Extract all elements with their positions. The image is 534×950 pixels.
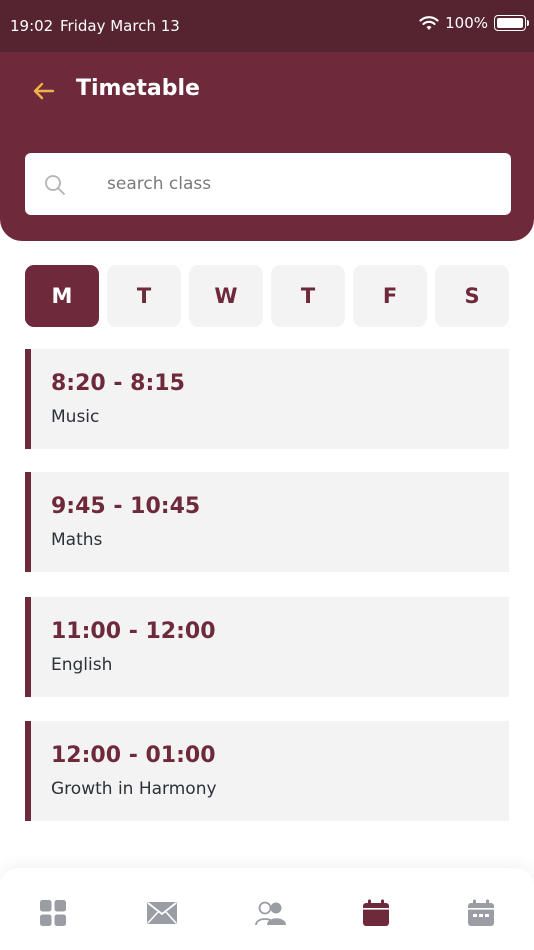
battery-icon (494, 15, 529, 31)
class-card[interactable]: 12:00 - 01:00 Growth in Harmony (25, 721, 509, 821)
day-tab-friday[interactable]: F (353, 265, 427, 327)
grid-icon (40, 900, 66, 926)
day-tab-saturday[interactable]: S (435, 265, 509, 327)
class-card[interactable]: 9:45 - 10:45 Maths (25, 472, 509, 572)
nav-dashboard[interactable] (36, 898, 70, 928)
day-tab-thursday[interactable]: T (271, 265, 345, 327)
battery-level (497, 18, 523, 28)
day-tabs: M T W T F S (25, 265, 511, 327)
nav-messages[interactable] (145, 898, 179, 928)
day-tab-monday[interactable]: M (25, 265, 99, 327)
class-subject: English (51, 655, 113, 675)
day-tab-tuesday[interactable]: T (107, 265, 181, 327)
class-time: 11:00 - 12:00 (51, 619, 216, 644)
class-subject: Growth in Harmony (51, 779, 217, 799)
bottom-nav (0, 868, 534, 950)
class-time: 12:00 - 01:00 (51, 743, 216, 768)
nav-schedule[interactable] (464, 898, 498, 928)
search-input[interactable] (107, 153, 487, 215)
mail-icon (147, 902, 177, 924)
wifi-icon (419, 16, 439, 30)
schedule-icon (468, 899, 494, 926)
battery-percentage: 100% (445, 14, 488, 32)
status-indicators: 100% (419, 14, 529, 32)
search-icon (45, 175, 65, 195)
header: 19:02 Friday March 13 100% Timetable (0, 0, 534, 241)
class-time: 9:45 - 10:45 (51, 494, 201, 519)
class-subject: Music (51, 407, 100, 427)
day-tab-wednesday[interactable]: W (189, 265, 263, 327)
class-subject: Maths (51, 530, 103, 550)
class-card[interactable]: 8:20 - 8:15 Music (25, 349, 509, 449)
class-card[interactable]: 11:00 - 12:00 English (25, 597, 509, 697)
class-time: 8:20 - 8:15 (51, 371, 185, 396)
search-box[interactable] (25, 153, 511, 215)
calendar-icon (363, 899, 389, 926)
status-date: Friday March 13 (60, 17, 180, 35)
nav-contacts[interactable] (254, 898, 288, 928)
arrow-left-icon (33, 82, 55, 100)
back-button[interactable] (28, 76, 60, 106)
users-icon (255, 901, 286, 926)
status-bar: 19:02 Friday March 13 100% (0, 0, 534, 52)
app-screen: 19:02 Friday March 13 100% Timetable sea… (0, 0, 534, 950)
status-time: 19:02 (10, 17, 54, 35)
nav-timetable[interactable] (359, 898, 393, 928)
page-title: Timetable (76, 76, 200, 101)
